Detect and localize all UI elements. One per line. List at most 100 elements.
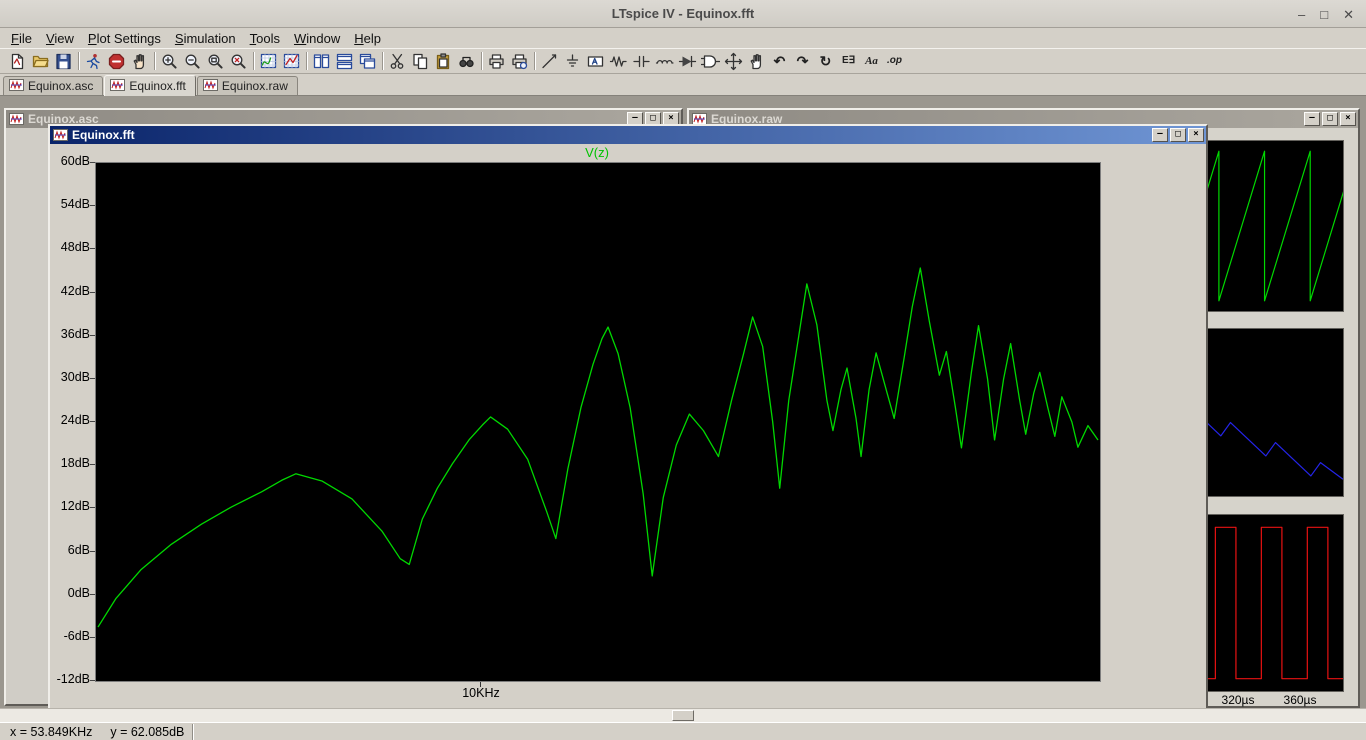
tab-equinox.raw[interactable]: Equinox.raw bbox=[196, 76, 298, 95]
trace-label-vz[interactable]: V(z) bbox=[95, 145, 1099, 160]
place-ground-button[interactable] bbox=[561, 50, 584, 72]
cascade-windows-button[interactable] bbox=[356, 50, 379, 72]
fft-minimize-button[interactable]: – bbox=[1152, 128, 1168, 142]
tab-equinox.asc[interactable]: Equinox.asc bbox=[3, 76, 104, 95]
place-inductor-icon bbox=[655, 52, 674, 71]
cut-icon bbox=[388, 52, 407, 71]
pan-button[interactable] bbox=[128, 50, 151, 72]
zoom-reset-icon bbox=[229, 52, 248, 71]
raw-maximize-button[interactable]: □ bbox=[1322, 112, 1338, 126]
spice-directive-button[interactable]: .op bbox=[883, 50, 906, 72]
new-schematic-icon bbox=[8, 52, 27, 71]
y-axis-tick-label: 30dB bbox=[60, 369, 90, 384]
app-maximize-button[interactable]: □ bbox=[1320, 8, 1328, 21]
run-button[interactable] bbox=[82, 50, 105, 72]
window-equinox-fft: Equinox.fft – □ × V(z) 60dB 54dB 48dB 42dB 3… bbox=[48, 124, 1208, 708]
zoom-area-icon bbox=[160, 52, 179, 71]
place-diode-button[interactable] bbox=[676, 50, 699, 72]
tile-horizontally-button[interactable] bbox=[333, 50, 356, 72]
plot-settings-icon bbox=[282, 52, 301, 71]
cursor-y-readout: y = 62.085dB bbox=[110, 724, 185, 739]
place-capacitor-button[interactable] bbox=[630, 50, 653, 72]
app-title: LTspice IV - Equinox.fft bbox=[611, 6, 755, 21]
run-icon bbox=[84, 52, 103, 71]
fft-titlebar[interactable]: Equinox.fft – □ × bbox=[50, 126, 1206, 144]
plot-settings-button[interactable] bbox=[280, 50, 303, 72]
zoom-full-extents-button[interactable] bbox=[204, 50, 227, 72]
pan-icon bbox=[130, 52, 149, 71]
menu-item-help[interactable]: Help bbox=[347, 29, 388, 48]
zoom-back-button[interactable] bbox=[181, 50, 204, 72]
place-ground-icon bbox=[563, 52, 582, 71]
undo-icon: ↶ bbox=[773, 53, 786, 69]
app-titlebar[interactable]: LTspice IV - Equinox.fft – □ ✕ bbox=[0, 0, 1366, 28]
tab-bar: Equinox.asc Equinox.fft Equinox.raw bbox=[0, 74, 1366, 96]
label-net-icon bbox=[586, 52, 605, 71]
toolbar-separator bbox=[151, 50, 158, 72]
redo-button[interactable]: ↷ bbox=[791, 50, 814, 72]
y-axis-tick-label: 48dB bbox=[60, 240, 90, 255]
place-resistor-button[interactable] bbox=[607, 50, 630, 72]
y-axis-tick-label: 0dB bbox=[67, 585, 90, 600]
tab-equinox.fft[interactable]: Equinox.fft bbox=[104, 75, 196, 96]
menu-item-tools[interactable]: Tools bbox=[243, 29, 287, 48]
label-net-button[interactable] bbox=[584, 50, 607, 72]
status-bar: x = 53.849KHz y = 62.085dB bbox=[0, 722, 1366, 740]
rotate-button[interactable]: ↻ bbox=[814, 50, 837, 72]
fft-maximize-button[interactable]: □ bbox=[1170, 128, 1186, 142]
fft-close-button[interactable]: × bbox=[1188, 128, 1204, 142]
drag-button[interactable] bbox=[745, 50, 768, 72]
scrollbar-thumb[interactable] bbox=[672, 710, 694, 721]
find-icon bbox=[457, 52, 476, 71]
print-preview-icon bbox=[510, 52, 529, 71]
new-schematic-button[interactable] bbox=[6, 50, 29, 72]
y-axis-tick-label: -12dB bbox=[56, 672, 90, 686]
text-button[interactable]: Aa bbox=[860, 50, 883, 72]
place-component-button[interactable] bbox=[699, 50, 722, 72]
tile-vertically-button[interactable] bbox=[310, 50, 333, 72]
autorange-y-axis-icon bbox=[259, 52, 278, 71]
place-component-icon bbox=[701, 52, 720, 71]
paste-button[interactable] bbox=[432, 50, 455, 72]
save-icon bbox=[54, 52, 73, 71]
raw-time-tick-320us: 320µs bbox=[1221, 693, 1255, 707]
cut-button[interactable] bbox=[386, 50, 409, 72]
zoom-reset-button[interactable] bbox=[227, 50, 250, 72]
copy-button[interactable] bbox=[409, 50, 432, 72]
y-axis-tick-label: -6dB bbox=[63, 628, 90, 643]
tile-vertically-icon bbox=[312, 52, 331, 71]
zoom-back-icon bbox=[183, 52, 202, 71]
menu-item-view[interactable]: View bbox=[39, 29, 81, 48]
raw-close-button[interactable]: × bbox=[1340, 112, 1356, 126]
place-inductor-button[interactable] bbox=[653, 50, 676, 72]
halt-icon bbox=[107, 52, 126, 71]
find-button[interactable] bbox=[455, 50, 478, 72]
autorange-y-axis-button[interactable] bbox=[257, 50, 280, 72]
menu-item-window[interactable]: Window bbox=[287, 29, 347, 48]
print-button[interactable] bbox=[485, 50, 508, 72]
print-preview-button[interactable] bbox=[508, 50, 531, 72]
toolbar-separator bbox=[531, 50, 538, 72]
halt-button[interactable] bbox=[105, 50, 128, 72]
y-axis-tick-label: 60dB bbox=[60, 154, 90, 168]
app-minimize-button[interactable]: – bbox=[1298, 8, 1305, 21]
horizontal-scrollbar[interactable] bbox=[0, 708, 1366, 722]
menu-item-simulation[interactable]: Simulation bbox=[168, 29, 243, 48]
undo-button[interactable]: ↶ bbox=[768, 50, 791, 72]
toolbar-separator bbox=[75, 50, 82, 72]
menu-item-file[interactable]: File bbox=[4, 29, 39, 48]
toolbar-separator bbox=[303, 50, 310, 72]
menu-item-plot-settings[interactable]: Plot Settings bbox=[81, 29, 168, 48]
mirror-button[interactable]: E∃ bbox=[837, 50, 860, 72]
move-button[interactable] bbox=[722, 50, 745, 72]
move-icon bbox=[724, 52, 743, 71]
app-close-button[interactable]: ✕ bbox=[1343, 8, 1354, 21]
fft-window-title: Equinox.fft bbox=[72, 128, 135, 142]
toolbar-separator bbox=[250, 50, 257, 72]
raw-minimize-button[interactable]: – bbox=[1304, 112, 1320, 126]
open-file-button[interactable] bbox=[29, 50, 52, 72]
draw-wire-button[interactable] bbox=[538, 50, 561, 72]
save-button[interactable] bbox=[52, 50, 75, 72]
zoom-area-button[interactable] bbox=[158, 50, 181, 72]
fft-plot-canvas[interactable] bbox=[95, 162, 1101, 682]
